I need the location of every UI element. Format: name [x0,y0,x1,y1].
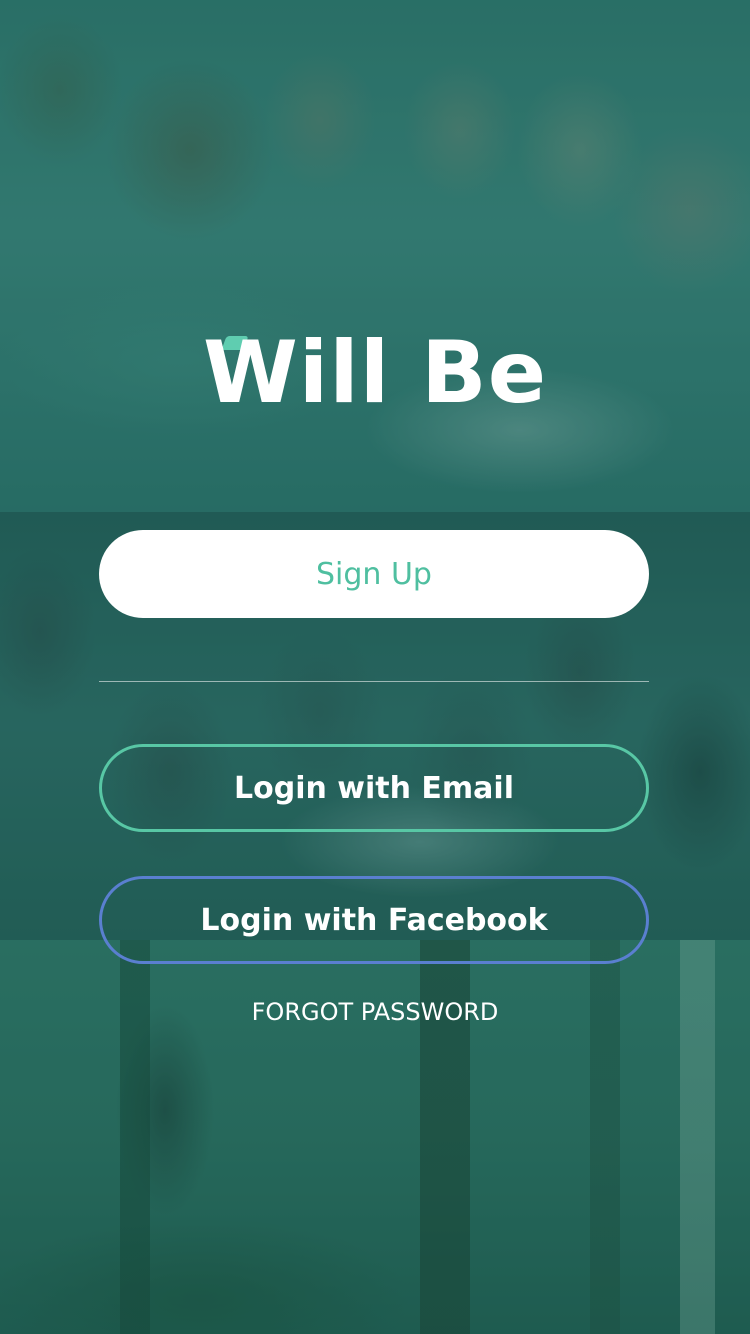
color-overlay [0,0,750,1334]
app-logo: Will Be [202,323,548,423]
login-screen: Will Be Sign Up Login with Email Login w… [0,0,750,1334]
divider [99,681,649,682]
forgot-password-link[interactable]: FORGOT PASSWORD [0,998,750,1026]
login-facebook-button[interactable]: Login with Facebook [99,876,649,964]
login-email-button[interactable]: Login with Email [99,744,649,832]
sign-up-button[interactable]: Sign Up [99,530,649,618]
